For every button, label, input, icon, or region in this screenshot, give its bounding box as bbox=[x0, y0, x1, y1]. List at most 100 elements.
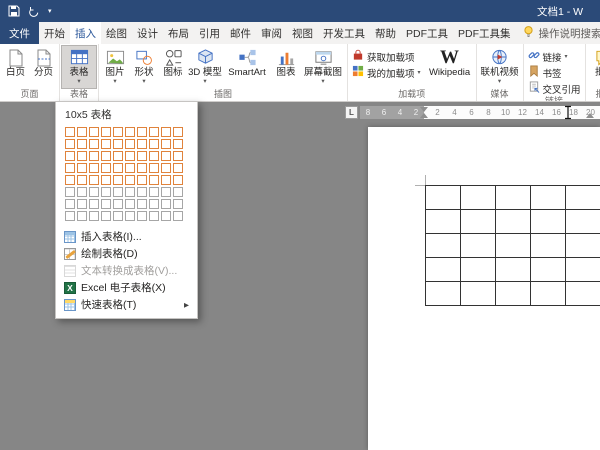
grid-cell-8x7[interactable] bbox=[149, 199, 159, 209]
grid-cell-5x3[interactable] bbox=[113, 151, 123, 161]
grid-cell-6x4[interactable] bbox=[125, 163, 135, 173]
grid-cell-6x1[interactable] bbox=[125, 127, 135, 137]
grid-cell-7x8[interactable] bbox=[137, 211, 147, 221]
menu-item-draw-table[interactable]: 绘制表格(D) bbox=[56, 245, 197, 262]
tab-stop-selector[interactable]: L bbox=[345, 106, 358, 119]
table-cell[interactable] bbox=[566, 210, 600, 234]
grid-cell-10x8[interactable] bbox=[173, 211, 183, 221]
smartart-button[interactable]: SmartArt bbox=[223, 46, 271, 88]
table-cell[interactable] bbox=[531, 186, 566, 210]
table-cell[interactable] bbox=[496, 234, 531, 258]
grid-cell-3x7[interactable] bbox=[89, 199, 99, 209]
grid-cell-5x6[interactable] bbox=[113, 187, 123, 197]
icons-button[interactable]: 图标 bbox=[159, 46, 187, 88]
tab-insert[interactable]: 插入 bbox=[70, 22, 101, 44]
tab-mailings[interactable]: 邮件 bbox=[225, 22, 256, 44]
3d-models-button[interactable]: 3D 模型 ▾ bbox=[188, 46, 222, 88]
grid-cell-9x7[interactable] bbox=[161, 199, 171, 209]
grid-cell-3x4[interactable] bbox=[89, 163, 99, 173]
grid-cell-3x5[interactable] bbox=[89, 175, 99, 185]
grid-cell-8x3[interactable] bbox=[149, 151, 159, 161]
grid-cell-6x2[interactable] bbox=[125, 139, 135, 149]
table-cell[interactable] bbox=[566, 258, 600, 282]
grid-cell-8x5[interactable] bbox=[149, 175, 159, 185]
table-cell[interactable] bbox=[496, 282, 531, 306]
table-cell[interactable] bbox=[461, 258, 496, 282]
my-addins-button[interactable]: 我的加载项 ▾ bbox=[350, 65, 423, 80]
table-cell[interactable] bbox=[426, 186, 461, 210]
grid-cell-3x2[interactable] bbox=[89, 139, 99, 149]
grid-cell-5x2[interactable] bbox=[113, 139, 123, 149]
wikipedia-button[interactable]: W Wikipedia bbox=[426, 46, 474, 88]
screenshot-button[interactable]: 屏幕截图 ▾ bbox=[301, 46, 345, 88]
grid-cell-2x7[interactable] bbox=[77, 199, 87, 209]
grid-cell-6x8[interactable] bbox=[125, 211, 135, 221]
table-cell[interactable] bbox=[461, 210, 496, 234]
grid-cell-8x4[interactable] bbox=[149, 163, 159, 173]
grid-cell-1x2[interactable] bbox=[65, 139, 75, 149]
table-cell[interactable] bbox=[566, 282, 600, 306]
tab-pdf-tools[interactable]: PDF工具 bbox=[401, 22, 453, 44]
grid-cell-2x2[interactable] bbox=[77, 139, 87, 149]
menu-item-insert-table[interactable]: 插入表格(I)... bbox=[56, 228, 197, 245]
grid-cell-4x4[interactable] bbox=[101, 163, 111, 173]
table-cell[interactable] bbox=[426, 258, 461, 282]
menu-item-quick-tables[interactable]: 快速表格(T) ▶ bbox=[56, 296, 197, 313]
table-cell[interactable] bbox=[426, 210, 461, 234]
get-addins-button[interactable]: 获取加载项 bbox=[350, 49, 423, 64]
grid-cell-1x7[interactable] bbox=[65, 199, 75, 209]
grid-cell-1x1[interactable] bbox=[65, 127, 75, 137]
table-cell[interactable] bbox=[426, 234, 461, 258]
grid-cell-10x1[interactable] bbox=[173, 127, 183, 137]
grid-cell-8x6[interactable] bbox=[149, 187, 159, 197]
table-cell[interactable] bbox=[531, 258, 566, 282]
grid-cell-9x5[interactable] bbox=[161, 175, 171, 185]
grid-cell-5x5[interactable] bbox=[113, 175, 123, 185]
grid-cell-7x7[interactable] bbox=[137, 199, 147, 209]
grid-cell-7x4[interactable] bbox=[137, 163, 147, 173]
link-button[interactable]: 链接 ▾ bbox=[526, 50, 583, 64]
tab-help[interactable]: 帮助 bbox=[370, 22, 401, 44]
grid-cell-8x2[interactable] bbox=[149, 139, 159, 149]
tab-review[interactable]: 审阅 bbox=[256, 22, 287, 44]
picture-button[interactable]: 图片 ▾ bbox=[101, 46, 129, 88]
customize-qat-icon[interactable]: ▾ bbox=[48, 7, 52, 15]
grid-cell-10x7[interactable] bbox=[173, 199, 183, 209]
grid-cell-10x5[interactable] bbox=[173, 175, 183, 185]
right-indent-marker[interactable] bbox=[586, 113, 594, 118]
grid-cell-9x6[interactable] bbox=[161, 187, 171, 197]
grid-cell-9x8[interactable] bbox=[161, 211, 171, 221]
table-cell[interactable] bbox=[531, 234, 566, 258]
table-cell[interactable] bbox=[426, 282, 461, 306]
menu-item-excel-spreadsheet[interactable]: Excel 电子表格(X) bbox=[56, 279, 197, 296]
grid-cell-10x6[interactable] bbox=[173, 187, 183, 197]
grid-cell-6x3[interactable] bbox=[125, 151, 135, 161]
hanging-indent-marker[interactable] bbox=[420, 113, 428, 118]
undo-icon[interactable] bbox=[28, 5, 40, 17]
save-icon[interactable] bbox=[8, 5, 20, 17]
tab-home[interactable]: 开始 bbox=[39, 22, 70, 44]
grid-cell-5x7[interactable] bbox=[113, 199, 123, 209]
comment-button[interactable]: 批注 bbox=[588, 46, 600, 88]
grid-cell-1x4[interactable] bbox=[65, 163, 75, 173]
table-cell[interactable] bbox=[461, 234, 496, 258]
tab-file[interactable]: 文件 bbox=[0, 22, 39, 44]
grid-cell-10x4[interactable] bbox=[173, 163, 183, 173]
tab-draw[interactable]: 绘图 bbox=[101, 22, 132, 44]
grid-cell-4x5[interactable] bbox=[101, 175, 111, 185]
grid-cell-3x1[interactable] bbox=[89, 127, 99, 137]
tab-references[interactable]: 引用 bbox=[194, 22, 225, 44]
grid-cell-4x2[interactable] bbox=[101, 139, 111, 149]
grid-cell-8x8[interactable] bbox=[149, 211, 159, 221]
table-cell[interactable] bbox=[496, 210, 531, 234]
table-cell[interactable] bbox=[496, 186, 531, 210]
bookmark-button[interactable]: 书签 bbox=[526, 65, 583, 80]
table-cell[interactable] bbox=[496, 258, 531, 282]
chart-button[interactable]: 图表 bbox=[272, 46, 300, 88]
grid-cell-9x2[interactable] bbox=[161, 139, 171, 149]
tab-view[interactable]: 视图 bbox=[287, 22, 318, 44]
table-cell[interactable] bbox=[531, 282, 566, 306]
grid-cell-5x1[interactable] bbox=[113, 127, 123, 137]
grid-cell-7x6[interactable] bbox=[137, 187, 147, 197]
table-cell[interactable] bbox=[566, 186, 600, 210]
